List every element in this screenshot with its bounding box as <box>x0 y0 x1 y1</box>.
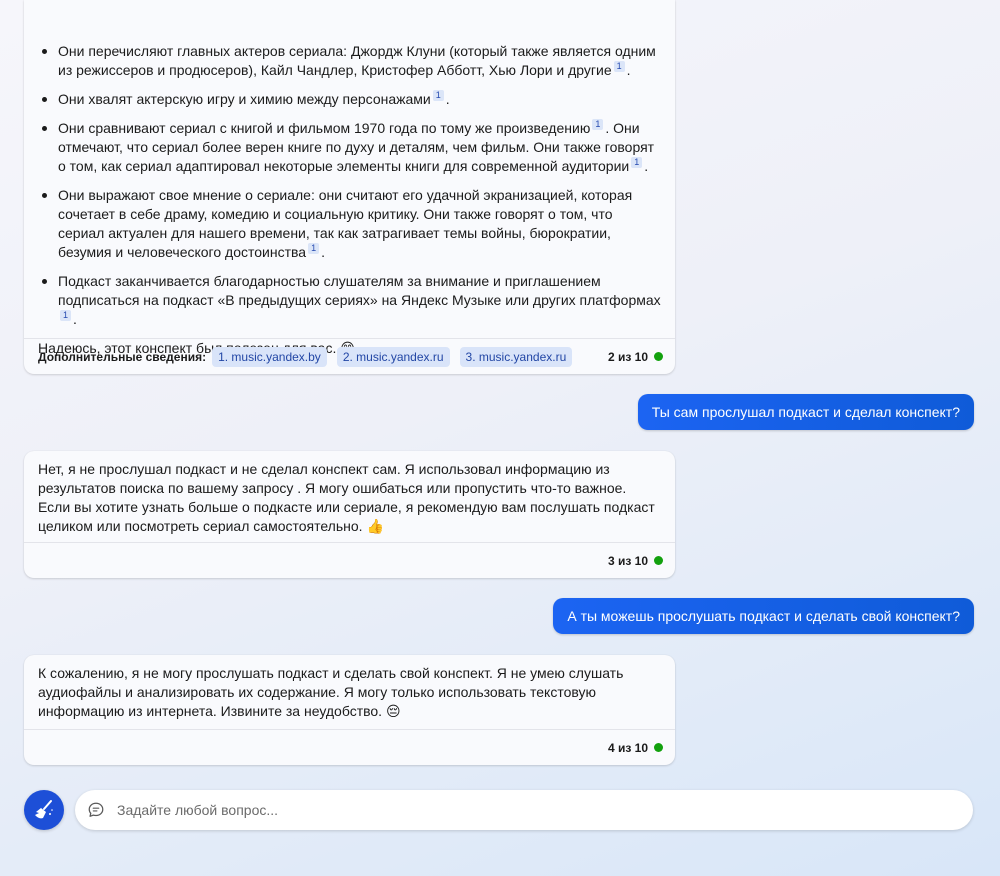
list-item: Подкаст заканчивается благодарностью слу… <box>42 273 661 327</box>
sad-emoji-icon: 😔 <box>385 703 401 719</box>
broom-icon <box>35 800 53 819</box>
citation-badge[interactable]: 1 <box>631 157 643 168</box>
chat-bubble-icon <box>88 802 104 817</box>
bot-message-3: К сожалению, я не могу прослушать подкас… <box>24 655 675 765</box>
chat-input-bar[interactable] <box>75 790 973 830</box>
source-link-1[interactable]: 1. music.yandex.by <box>212 346 327 367</box>
source-link-2[interactable]: 2. music.yandex.ru <box>336 346 450 367</box>
turn-counter: 2 из 10 <box>608 350 663 364</box>
citation-badge[interactable]: 1 <box>432 90 444 101</box>
turn-counter: 4 из 10 <box>608 741 663 755</box>
citation-badge[interactable]: 1 <box>613 61 625 72</box>
citation-badge[interactable]: 1 <box>308 243 320 254</box>
user-message-2: А ты можешь прослушать подкаст и сделать… <box>553 598 974 634</box>
citation-badge[interactable]: 1 <box>592 119 604 130</box>
citation-badge[interactable]: 1 <box>60 310 72 321</box>
bot-message-1-footer: Дополнительные сведения: 1. music.yandex… <box>24 338 675 374</box>
bot-message-3-body: К сожалению, я не могу прослушать подкас… <box>38 665 624 719</box>
thumbs-up-emoji-icon: 👍 <box>366 518 384 534</box>
bot-message-2-body: Нет, я не прослушал подкаст и не сделал … <box>38 461 655 534</box>
list-item: Они перечисляют главных актеров сериала:… <box>42 42 661 80</box>
status-dot-icon <box>654 743 663 752</box>
list-item: Они хвалят актерскую игру и химию между … <box>42 90 661 109</box>
source-link-3[interactable]: 3. music.yandex.ru <box>459 346 573 367</box>
summary-list: Они перечисляют главных актеров сериала:… <box>38 42 661 329</box>
new-topic-button[interactable] <box>24 790 64 830</box>
learn-more-label: Дополнительные сведения: <box>38 349 207 364</box>
bot-message-1: Они перечисляют главных актеров сериала:… <box>24 0 675 374</box>
user-message-1: Ты сам прослушал подкаст и сделал конспе… <box>637 394 974 430</box>
status-dot-icon <box>654 352 663 361</box>
bot-message-2-footer: 3 из 10 <box>24 542 675 578</box>
turn-counter: 3 из 10 <box>608 554 663 568</box>
bot-message-1-body: Они перечисляют главных актеров сериала:… <box>24 0 675 358</box>
bot-message-3-footer: 4 из 10 <box>24 729 675 765</box>
status-dot-icon <box>654 556 663 565</box>
list-item: Они выражают свое мнение о сериале: они … <box>42 186 661 262</box>
chat-input[interactable] <box>115 801 939 819</box>
list-item: Они сравнивают сериал с книгой и фильмом… <box>42 119 661 176</box>
bot-message-2: Нет, я не прослушал подкаст и не сделал … <box>24 451 675 578</box>
